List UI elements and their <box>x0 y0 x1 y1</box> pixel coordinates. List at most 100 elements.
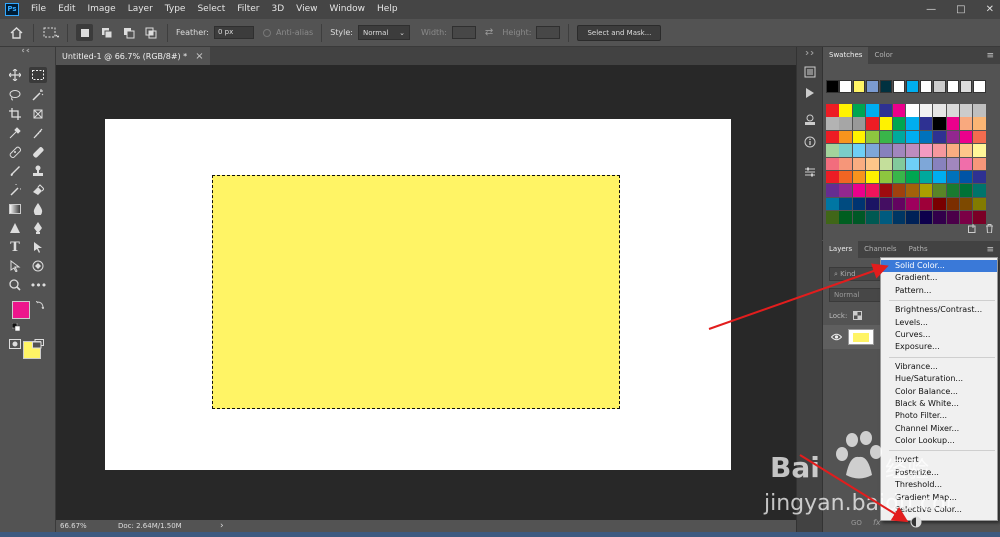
color-swatch[interactable] <box>919 144 933 157</box>
link-layers-icon[interactable]: GO <box>851 519 862 527</box>
color-swatch[interactable] <box>933 184 946 197</box>
menu-item-pattern[interactable]: Pattern... <box>881 285 997 297</box>
canvas-area[interactable] <box>56 65 796 520</box>
tab-swatches[interactable]: Swatches <box>823 47 869 64</box>
color-swatch[interactable] <box>946 144 960 157</box>
recent-swatch[interactable] <box>933 80 946 93</box>
lasso-tool-icon[interactable] <box>6 87 24 103</box>
screen-mode-icon[interactable] <box>29 336 47 352</box>
zoom-level[interactable]: 66.67% <box>56 522 106 530</box>
minimize-button[interactable]: — <box>926 0 936 19</box>
color-swatch[interactable] <box>866 211 879 224</box>
intersect-selection-icon[interactable] <box>142 24 159 41</box>
color-swatch[interactable] <box>946 184 960 197</box>
close-window-button[interactable]: ✕ <box>986 0 994 19</box>
color-swatch[interactable] <box>973 184 986 197</box>
color-swatch[interactable] <box>839 170 852 184</box>
foreground-color-swatch[interactable] <box>12 301 30 319</box>
actions-play-icon[interactable] <box>801 84 819 102</box>
history-brush-tool-icon[interactable] <box>6 182 24 198</box>
spot-healing-brush-tool-icon[interactable] <box>6 144 24 160</box>
brush-tool-icon[interactable] <box>6 163 24 179</box>
patch-tool-icon[interactable] <box>29 144 47 160</box>
eyedropper-tool-icon[interactable] <box>6 125 24 141</box>
default-colors-icon[interactable] <box>12 323 20 331</box>
recent-swatch[interactable] <box>866 80 879 93</box>
color-swatch[interactable] <box>852 104 866 117</box>
close-tab-icon[interactable]: × <box>195 51 203 62</box>
dodge-tool-icon[interactable] <box>6 220 24 236</box>
subtract-from-selection-icon[interactable] <box>120 24 137 41</box>
color-swatch[interactable] <box>906 170 919 184</box>
color-swatch[interactable] <box>866 170 879 184</box>
layer-row[interactable] <box>823 325 881 349</box>
color-swatch[interactable] <box>973 104 986 117</box>
color-swatch[interactable] <box>959 197 973 211</box>
color-swatch[interactable] <box>879 117 893 130</box>
recent-swatch[interactable] <box>852 80 866 93</box>
color-swatch[interactable] <box>973 211 986 224</box>
color-swatch[interactable] <box>906 211 919 224</box>
color-swatch[interactable] <box>946 130 960 144</box>
color-swatch[interactable] <box>826 144 839 157</box>
yellow-selection[interactable] <box>212 175 620 409</box>
frame-tool-icon[interactable] <box>29 106 47 122</box>
color-swatch[interactable] <box>852 170 866 184</box>
pen-tool-icon[interactable] <box>29 220 47 236</box>
trash-icon[interactable] <box>985 224 994 233</box>
menu-item-solid-color[interactable]: Solid Color... <box>881 260 997 273</box>
menu-image[interactable]: Image <box>82 0 122 19</box>
color-swatch[interactable] <box>892 104 906 117</box>
color-swatch[interactable] <box>959 130 973 144</box>
new-selection-icon[interactable] <box>76 24 93 41</box>
color-swatch[interactable] <box>839 157 852 171</box>
menu-3d[interactable]: 3D <box>266 0 291 19</box>
new-fill-adjustment-layer-icon[interactable] <box>910 516 922 528</box>
color-swatch[interactable] <box>973 130 986 144</box>
color-swatch[interactable] <box>879 211 893 224</box>
tab-paths[interactable]: Paths <box>903 241 934 258</box>
color-swatch[interactable] <box>866 130 879 144</box>
menu-view[interactable]: View <box>290 0 323 19</box>
menu-edit[interactable]: Edit <box>52 0 81 19</box>
menu-type[interactable]: Type <box>159 0 192 19</box>
color-swatch[interactable] <box>959 157 973 171</box>
color-swatch[interactable] <box>839 144 852 157</box>
tab-color[interactable]: Color <box>868 47 898 64</box>
color-swatch[interactable] <box>892 197 906 211</box>
properties-icon[interactable] <box>801 111 819 129</box>
menu-item-selective-color[interactable]: Selective Color... <box>881 504 997 516</box>
color-swatch[interactable] <box>826 197 839 211</box>
height-input[interactable] <box>536 26 561 39</box>
color-swatch[interactable] <box>959 170 973 184</box>
recent-swatch[interactable] <box>879 80 893 93</box>
color-swatch[interactable] <box>892 184 906 197</box>
color-swatch[interactable] <box>946 117 960 130</box>
color-swatch[interactable] <box>892 170 906 184</box>
status-menu-arrow[interactable]: › <box>216 521 224 531</box>
color-swatch[interactable] <box>933 144 946 157</box>
menu-item-vibrance[interactable]: Vibrance... <box>881 361 997 373</box>
color-swatch[interactable] <box>879 197 893 211</box>
color-swatch[interactable] <box>826 130 839 144</box>
color-swatch[interactable] <box>973 157 986 171</box>
menu-item-invert[interactable]: Invert <box>881 454 997 466</box>
color-swatch[interactable] <box>892 157 906 171</box>
recent-swatch[interactable] <box>906 80 919 93</box>
color-swatch[interactable] <box>906 117 919 130</box>
magic-wand-tool-icon[interactable] <box>29 87 47 103</box>
color-swatch[interactable] <box>933 211 946 224</box>
recent-swatch[interactable] <box>892 80 906 93</box>
color-swatch[interactable] <box>933 157 946 171</box>
color-swatch[interactable] <box>826 104 839 117</box>
history-icon[interactable] <box>801 63 819 81</box>
move-tool-icon[interactable] <box>6 67 24 83</box>
rectangle-tool-icon[interactable] <box>29 258 47 274</box>
color-swatch[interactable] <box>906 184 919 197</box>
color-swatch[interactable] <box>826 211 839 224</box>
select-and-mask-button[interactable]: Select and Mask... <box>577 24 662 41</box>
color-swatch[interactable] <box>839 104 852 117</box>
color-swatch[interactable] <box>959 144 973 157</box>
type-tool-icon[interactable]: T <box>6 239 24 255</box>
add-to-selection-icon[interactable] <box>98 24 115 41</box>
